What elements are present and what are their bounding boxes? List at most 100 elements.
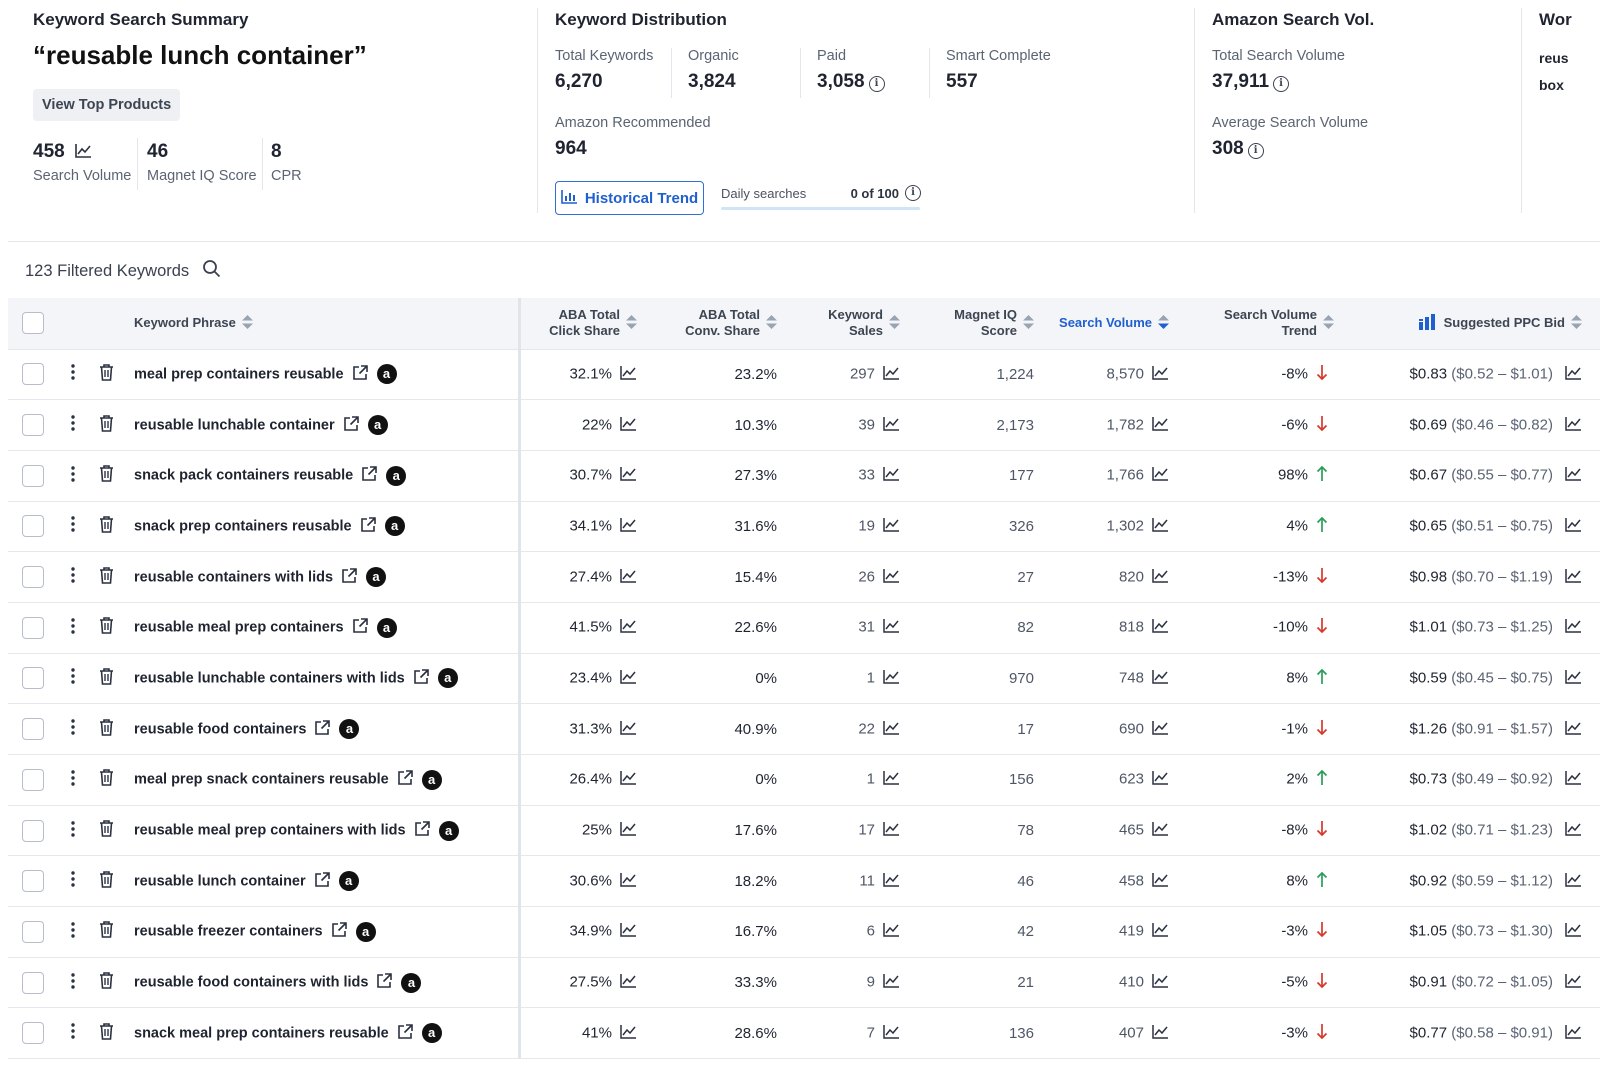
row-checkbox[interactable] — [22, 920, 44, 943]
external-link-icon[interactable] — [331, 921, 348, 942]
trend-chart-icon[interactable] — [620, 517, 637, 536]
more-options-icon[interactable] — [56, 855, 89, 908]
trend-chart-icon[interactable] — [1152, 416, 1169, 435]
external-link-icon[interactable] — [352, 617, 369, 638]
col-search-volume[interactable]: Search Volume — [1048, 298, 1183, 350]
trash-icon[interactable] — [89, 957, 124, 1009]
trend-chart-icon[interactable] — [1152, 1024, 1169, 1043]
trend-chart-icon[interactable] — [1565, 973, 1582, 992]
trend-chart-icon[interactable] — [1565, 568, 1582, 587]
trend-chart-icon[interactable] — [620, 720, 637, 739]
keyword-phrase[interactable]: reusable freezer containers — [134, 924, 323, 940]
trash-icon[interactable] — [89, 399, 124, 451]
external-link-icon[interactable] — [352, 364, 369, 385]
external-link-icon[interactable] — [397, 1023, 414, 1044]
amazon-icon[interactable]: a — [438, 820, 459, 841]
info-icon[interactable]: i — [868, 76, 885, 92]
trend-chart-icon[interactable] — [620, 669, 637, 688]
historical-trend-button[interactable]: Historical Trend — [555, 181, 704, 215]
trend-chart-icon[interactable] — [620, 1024, 637, 1043]
row-checkbox[interactable] — [22, 616, 44, 639]
trend-chart-icon[interactable] — [1565, 416, 1582, 435]
more-options-icon[interactable] — [56, 653, 89, 705]
trend-chart-icon[interactable] — [883, 517, 900, 536]
sort-icon[interactable] — [766, 314, 777, 332]
trend-chart-icon[interactable] — [883, 1024, 900, 1043]
col-conv-share[interactable]: ABA Total Conv. Share — [651, 298, 791, 350]
external-link-icon[interactable] — [343, 415, 360, 436]
select-all-checkbox[interactable] — [22, 312, 44, 335]
trash-icon[interactable] — [89, 1007, 124, 1060]
trend-chart-icon[interactable] — [75, 143, 92, 163]
trend-chart-icon[interactable] — [1565, 618, 1582, 637]
row-checkbox[interactable] — [22, 566, 44, 589]
trend-chart-icon[interactable] — [1565, 770, 1582, 789]
trend-chart-icon[interactable] — [620, 973, 637, 992]
more-options-icon[interactable] — [56, 349, 89, 401]
external-link-icon[interactable] — [414, 820, 431, 841]
amazon-icon[interactable]: a — [421, 769, 442, 790]
trend-chart-icon[interactable] — [883, 821, 900, 840]
trend-chart-icon[interactable] — [620, 365, 637, 384]
amazon-icon[interactable]: a — [355, 921, 376, 942]
trend-chart-icon[interactable] — [883, 669, 900, 688]
trend-chart-icon[interactable] — [1152, 720, 1169, 739]
trend-chart-icon[interactable] — [1152, 568, 1169, 587]
trend-chart-icon[interactable] — [883, 416, 900, 435]
row-checkbox[interactable] — [22, 1022, 44, 1045]
amazon-icon[interactable]: a — [421, 1023, 442, 1044]
external-link-icon[interactable] — [413, 668, 430, 689]
col-magnet-iq[interactable]: Magnet IQ Score — [914, 298, 1048, 350]
external-link-icon[interactable] — [376, 972, 393, 993]
trend-chart-icon[interactable] — [883, 365, 900, 384]
trend-chart-icon[interactable] — [620, 770, 637, 789]
info-icon[interactable]: i — [1247, 143, 1264, 159]
keyword-phrase[interactable]: reusable meal prep containers with lids — [134, 823, 406, 839]
trend-chart-icon[interactable] — [1565, 872, 1582, 891]
sort-active-icon[interactable] — [1158, 314, 1169, 332]
external-link-icon[interactable] — [360, 516, 377, 537]
trend-chart-icon[interactable] — [883, 568, 900, 587]
trend-chart-icon[interactable] — [1152, 365, 1169, 384]
trend-chart-icon[interactable] — [620, 821, 637, 840]
trend-chart-icon[interactable] — [883, 770, 900, 789]
trend-chart-icon[interactable] — [1152, 517, 1169, 536]
trend-chart-icon[interactable] — [883, 872, 900, 891]
row-checkbox[interactable] — [22, 414, 44, 437]
row-checkbox[interactable] — [22, 515, 44, 538]
trend-chart-icon[interactable] — [883, 466, 900, 485]
keyword-phrase[interactable]: reusable lunchable container — [134, 417, 335, 433]
row-checkbox[interactable] — [22, 971, 44, 994]
row-checkbox[interactable] — [22, 718, 44, 741]
amazon-icon[interactable]: a — [366, 567, 387, 588]
trend-chart-icon[interactable] — [1565, 466, 1582, 485]
keyword-phrase[interactable]: reusable containers with lids — [134, 569, 333, 585]
external-link-icon[interactable] — [397, 769, 414, 790]
more-options-icon[interactable] — [56, 501, 89, 553]
more-options-icon[interactable] — [56, 551, 89, 603]
keyword-phrase[interactable]: reusable meal prep containers — [134, 620, 344, 636]
row-checkbox[interactable] — [22, 768, 44, 791]
amazon-icon[interactable]: a — [401, 972, 422, 993]
trash-icon[interactable] — [89, 551, 124, 603]
row-checkbox[interactable] — [22, 667, 44, 690]
trend-chart-icon[interactable] — [620, 872, 637, 891]
trend-chart-icon[interactable] — [883, 720, 900, 739]
sort-icon[interactable] — [626, 314, 637, 332]
more-options-icon[interactable] — [56, 602, 89, 654]
sort-icon[interactable] — [1323, 314, 1334, 332]
amazon-icon[interactable]: a — [338, 871, 359, 892]
trend-chart-icon[interactable] — [1152, 922, 1169, 941]
external-link-icon[interactable] — [314, 871, 331, 892]
more-options-icon[interactable] — [56, 1007, 89, 1060]
row-checkbox[interactable] — [22, 819, 44, 842]
more-options-icon[interactable] — [56, 906, 89, 958]
amazon-icon[interactable]: a — [384, 516, 405, 537]
more-options-icon[interactable] — [56, 399, 89, 451]
more-options-icon[interactable] — [56, 805, 89, 857]
trend-chart-icon[interactable] — [1565, 720, 1582, 739]
amazon-icon[interactable]: a — [376, 617, 397, 638]
keyword-phrase[interactable]: reusable lunchable containers with lids — [134, 670, 405, 686]
trend-chart-icon[interactable] — [1152, 973, 1169, 992]
trend-chart-icon[interactable] — [1152, 618, 1169, 637]
